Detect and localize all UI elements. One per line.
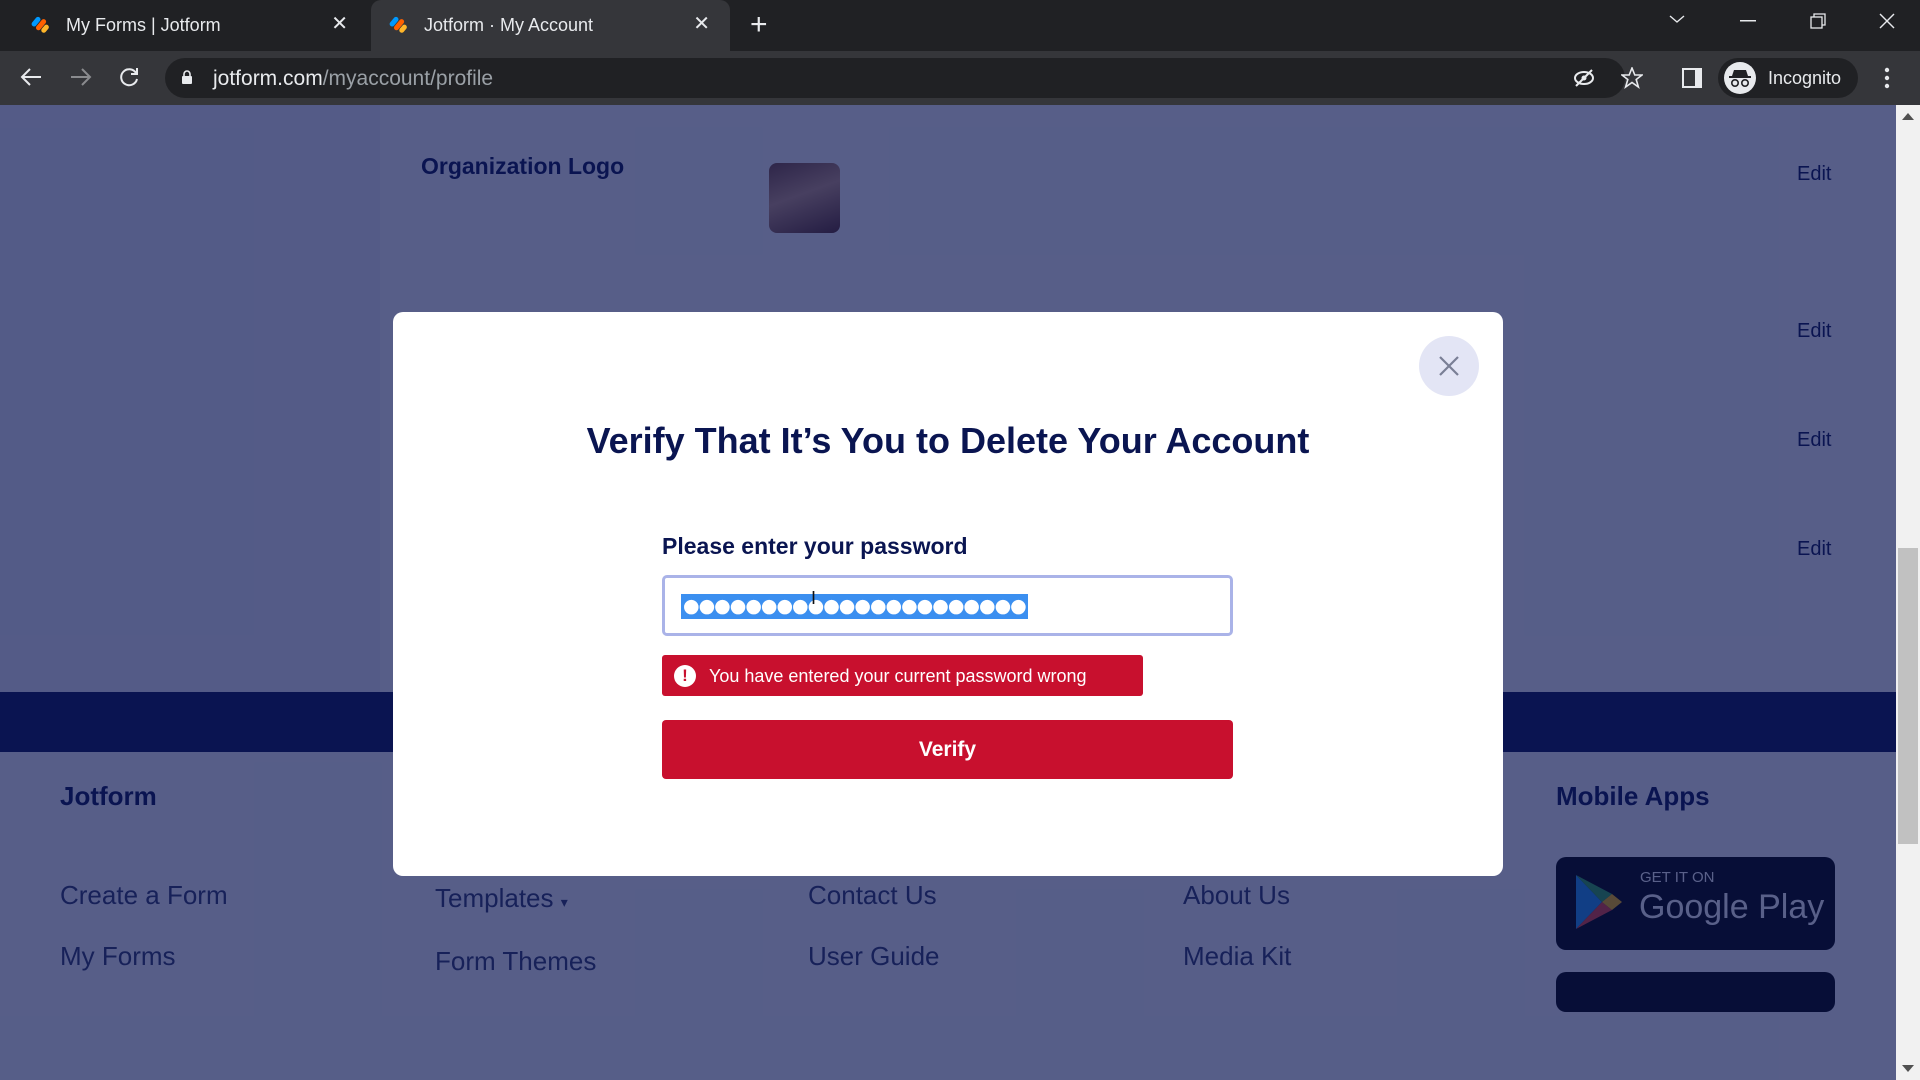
error-message: You have entered your current password w… (709, 666, 1087, 686)
scroll-down-arrow-icon[interactable] (1902, 1065, 1914, 1072)
restore-icon[interactable] (1810, 13, 1826, 29)
tab-title: My Forms | Jotform (66, 15, 221, 35)
address-bar[interactable]: jotform.com/myaccount/profile (165, 58, 1643, 98)
window-close-icon[interactable] (1879, 13, 1895, 29)
browser-toolbar: jotform.com/myaccount/profile Incognito (0, 51, 1920, 105)
side-panel-icon[interactable] (1682, 68, 1702, 88)
browser-tab-my-account[interactable]: Jotform · My Account ✕ (371, 0, 730, 51)
delete-account-verify-dialog: Verify That It’s You to Delete Your Acco… (393, 312, 1503, 876)
back-arrow-icon[interactable] (20, 67, 42, 87)
password-selected-text: ●●●●●●●●●●●●●●●●●●●●●● (681, 594, 1028, 619)
incognito-icon (1724, 62, 1756, 94)
close-tab-icon[interactable]: ✕ (693, 13, 710, 35)
bookmark-star-icon[interactable] (1621, 67, 1643, 89)
incognito-profile-button[interactable]: Incognito (1718, 58, 1858, 98)
eye-off-icon[interactable] (1573, 68, 1595, 88)
tab-search-chevron-icon[interactable] (1669, 14, 1685, 24)
jotform-favicon-icon (389, 16, 407, 33)
exclamation-icon: ! (674, 665, 696, 687)
more-menu-icon[interactable] (1884, 67, 1890, 89)
error-alert: ! You have entered your current password… (662, 655, 1143, 696)
jotform-favicon-icon (31, 16, 49, 33)
dialog-title: Verify That It’s You to Delete Your Acco… (586, 420, 1310, 461)
scrollbar-thumb[interactable] (1898, 548, 1918, 844)
minimize-icon[interactable] (1740, 20, 1756, 22)
text-cursor-icon: I (811, 588, 817, 608)
new-tab-button[interactable]: + (750, 9, 768, 41)
url-domain: jotform.com (213, 67, 323, 90)
close-icon (1439, 356, 1459, 376)
scroll-up-arrow-icon[interactable] (1902, 113, 1914, 120)
reload-icon[interactable] (118, 66, 140, 88)
password-label: Please enter your password (662, 533, 968, 559)
browser-tab-bar: My Forms | Jotform ✕ Jotform · My Accoun… (0, 0, 1920, 51)
url-path: /myaccount/profile (322, 67, 494, 90)
page-scrollbar[interactable] (1896, 105, 1920, 1080)
forward-arrow-icon[interactable] (70, 67, 92, 87)
url-text[interactable]: jotform.com/myaccount/profile (213, 67, 493, 91)
browser-tab-my-forms[interactable]: My Forms | Jotform ✕ (0, 0, 368, 51)
verify-button[interactable]: Verify (662, 720, 1233, 779)
lock-icon[interactable] (181, 70, 193, 85)
tab-title: Jotform · My Account (424, 15, 594, 35)
password-input[interactable]: ●●●●●●●●●●●●●●●●●●●●●● I (662, 575, 1233, 636)
close-tab-icon[interactable]: ✕ (331, 13, 348, 35)
profile-label: Incognito (1768, 68, 1842, 88)
close-dialog-button[interactable] (1419, 336, 1479, 396)
